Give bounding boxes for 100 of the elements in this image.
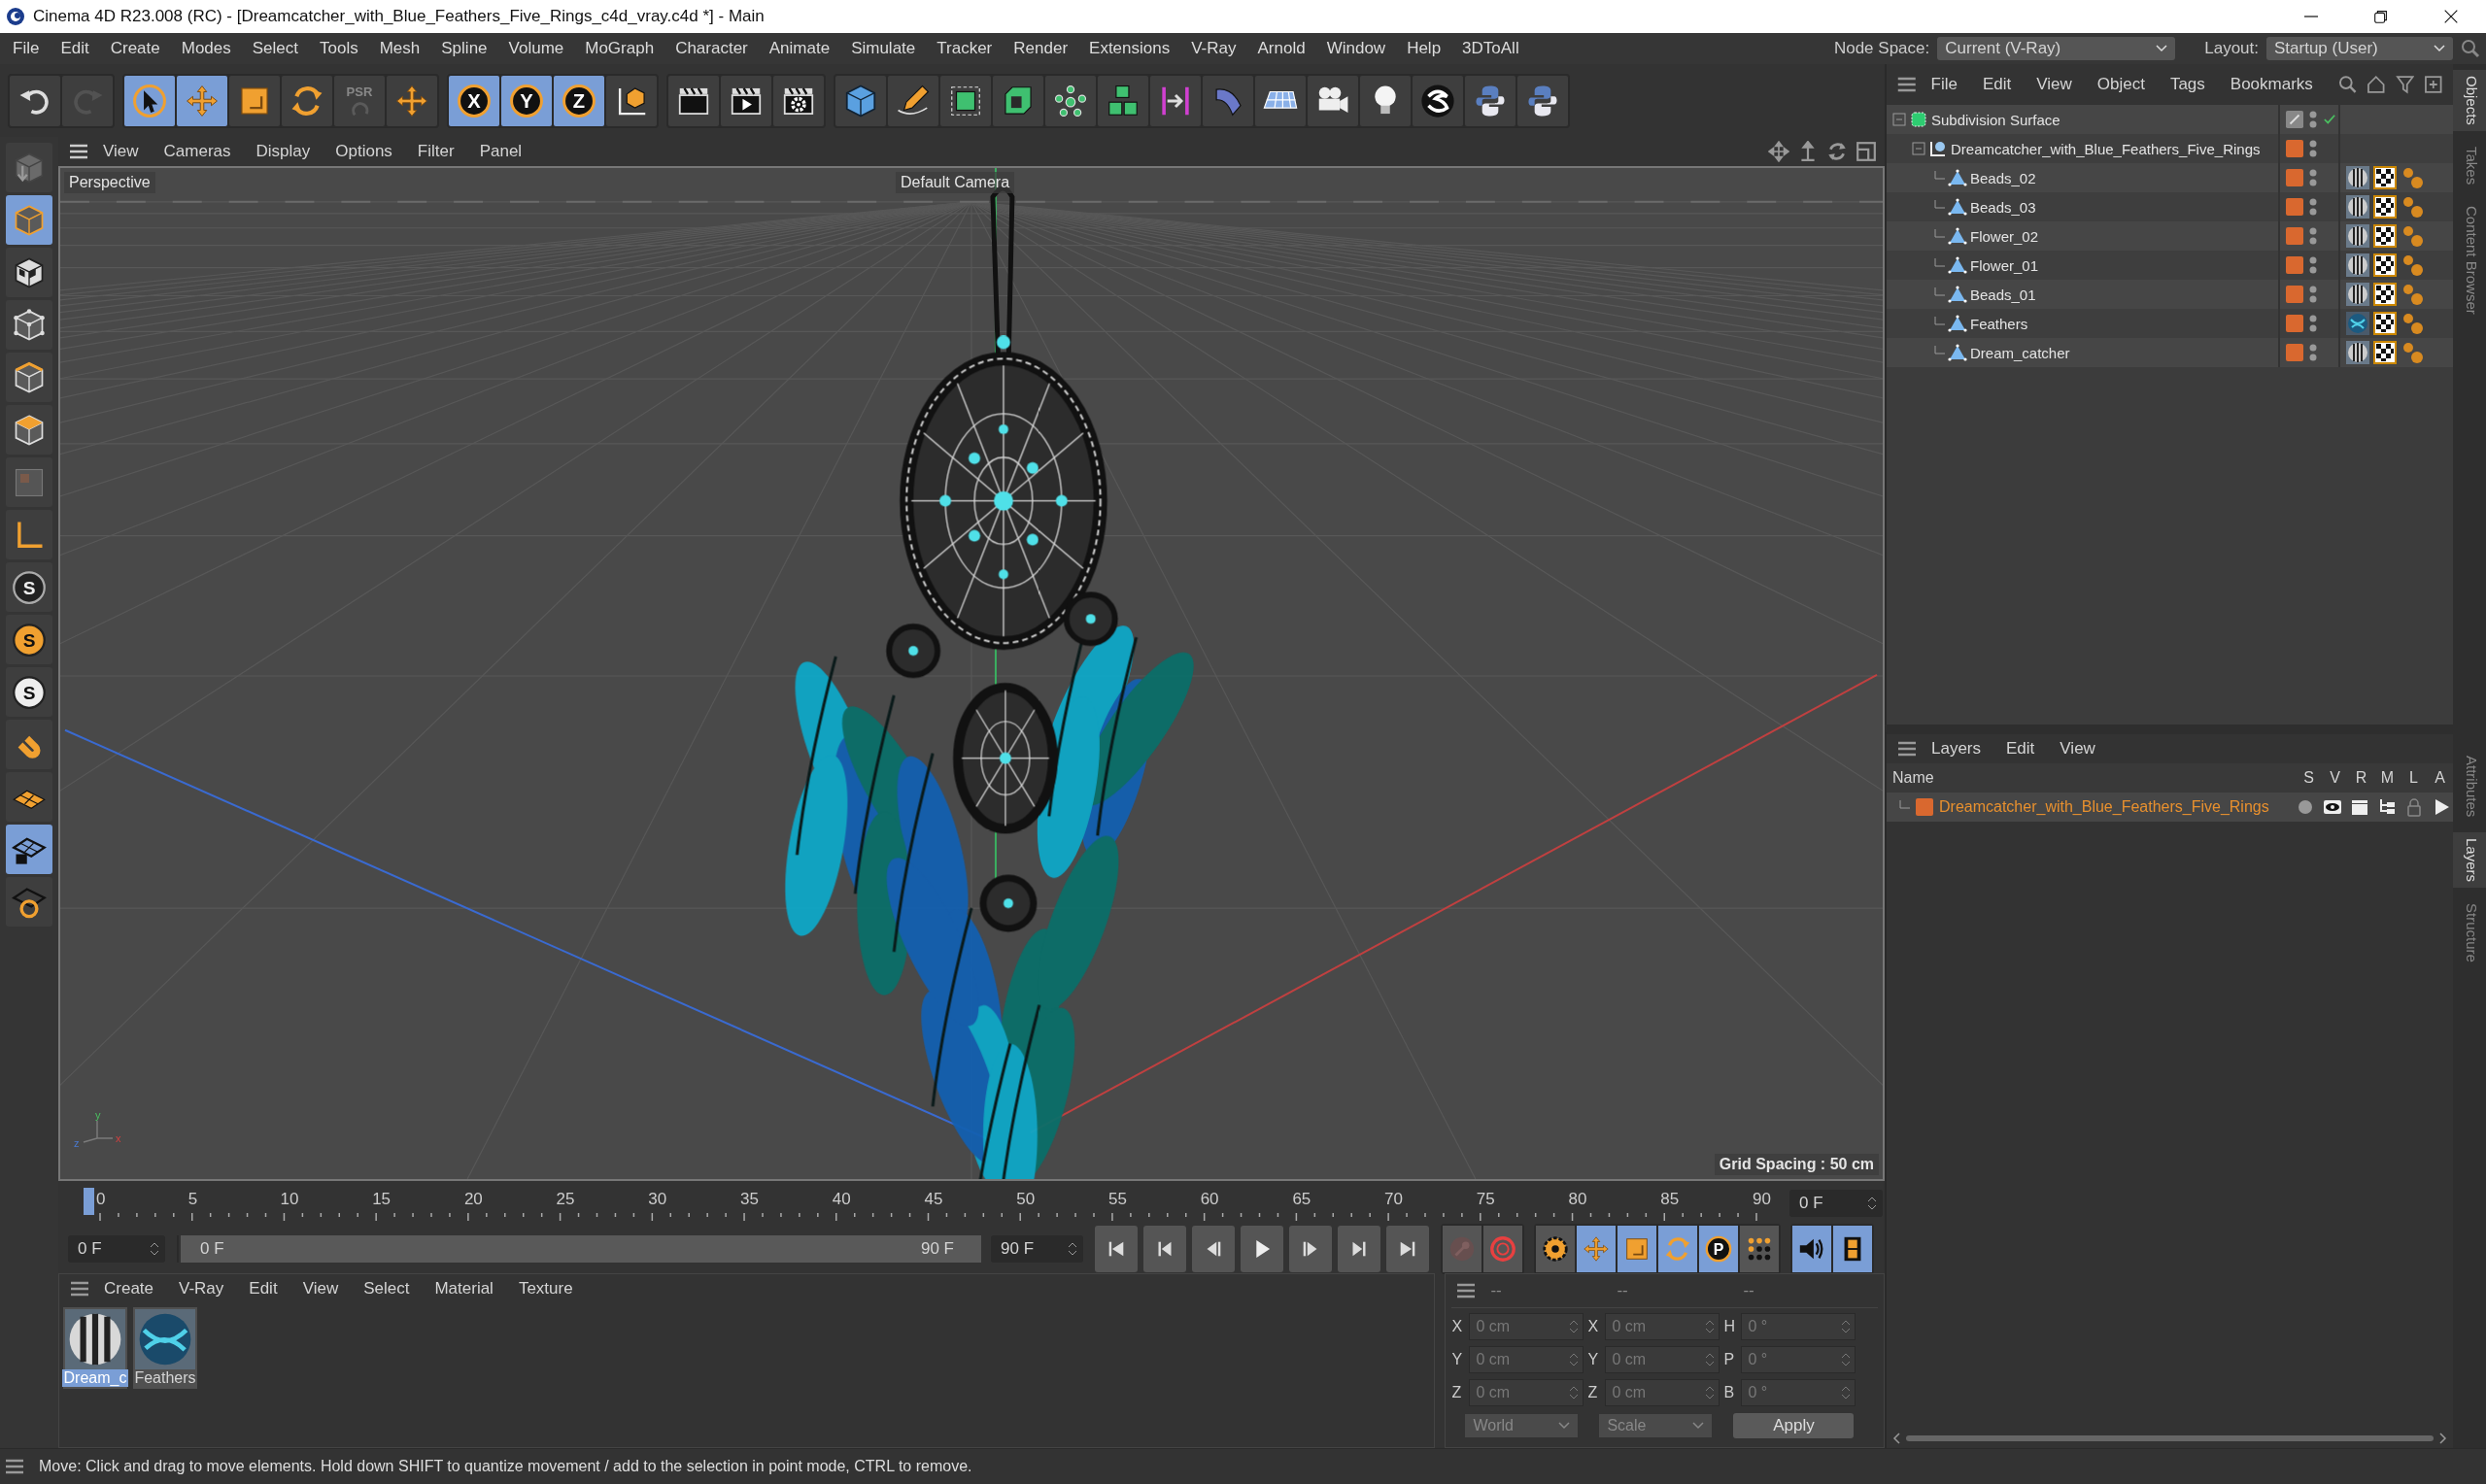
python-tool-button[interactable] bbox=[1465, 75, 1515, 126]
material-menu-item[interactable]: Material bbox=[434, 1279, 494, 1298]
apply-button[interactable]: Apply bbox=[1733, 1413, 1855, 1438]
workplane-lock-mode-button[interactable] bbox=[6, 825, 52, 874]
checker-icon[interactable] bbox=[2373, 166, 2397, 189]
layer-swatch[interactable] bbox=[2286, 227, 2303, 245]
object-name[interactable]: Dreamcatcher_with_Blue_Feathers_Five_Rings bbox=[1951, 140, 2261, 157]
object-name[interactable]: Flower_01 bbox=[1970, 256, 2039, 274]
layer-swatch[interactable] bbox=[2286, 256, 2303, 274]
next-key-button[interactable] bbox=[1338, 1226, 1380, 1272]
pan-arrows-icon[interactable] bbox=[1768, 141, 1789, 162]
sound-key-button[interactable] bbox=[1792, 1226, 1831, 1272]
magnet-mode-button[interactable] bbox=[6, 720, 52, 769]
menu-item[interactable]: Tracker bbox=[926, 39, 1004, 58]
object-name[interactable]: Feathers bbox=[1970, 315, 2028, 332]
eye-icon[interactable] bbox=[2323, 797, 2342, 817]
balls-icon[interactable] bbox=[2401, 283, 2424, 306]
coord-tool-button[interactable] bbox=[606, 75, 657, 126]
object-menu-item[interactable]: Bookmarks bbox=[2230, 75, 2313, 94]
start-frame-field[interactable]: 0 F bbox=[68, 1235, 165, 1263]
first-button[interactable] bbox=[1095, 1226, 1138, 1272]
planar-mode-button[interactable] bbox=[6, 877, 52, 927]
object-name[interactable]: Beads_01 bbox=[1970, 286, 2036, 303]
dots-key-button[interactable] bbox=[1740, 1226, 1779, 1272]
material-sphere-icon[interactable] bbox=[2346, 166, 2369, 189]
menu-item[interactable]: Animate bbox=[758, 39, 841, 58]
extrude-tool-button[interactable] bbox=[993, 75, 1043, 126]
maximize-icon[interactable] bbox=[1856, 141, 1877, 162]
material-sphere-icon[interactable] bbox=[2346, 283, 2369, 306]
menu-item[interactable]: File bbox=[2, 39, 51, 58]
object-menu-item[interactable]: Edit bbox=[1982, 75, 2012, 94]
checker-icon[interactable] bbox=[2373, 224, 2397, 248]
end-frame-field[interactable]: 90 F bbox=[991, 1235, 1083, 1263]
menu-item[interactable]: Select bbox=[241, 39, 309, 58]
menu-item[interactable]: 3DToAll bbox=[1451, 39, 1530, 58]
scroll-left-icon[interactable] bbox=[1892, 1433, 1900, 1444]
axis-tool-button[interactable]: X bbox=[449, 75, 499, 126]
menu-icon[interactable] bbox=[1896, 741, 1918, 757]
points-mode-button[interactable] bbox=[6, 300, 52, 350]
prev-key-button[interactable] bbox=[1143, 1226, 1186, 1272]
side-tab[interactable]: Structure bbox=[2453, 897, 2486, 969]
layer-swatch[interactable] bbox=[2286, 198, 2303, 216]
side-tab[interactable]: Takes bbox=[2453, 140, 2486, 191]
layer-menu-item[interactable]: Layers bbox=[1931, 739, 1982, 759]
material-sphere-icon[interactable] bbox=[2346, 341, 2369, 364]
menu-icon[interactable] bbox=[69, 1281, 90, 1297]
hierarchy-icon[interactable] bbox=[2377, 797, 2397, 817]
object-name[interactable]: Subdivision Surface bbox=[1931, 111, 2060, 128]
floor-tool-button[interactable] bbox=[1255, 75, 1306, 126]
polygons-mode-button[interactable] bbox=[6, 405, 52, 455]
lock-icon[interactable] bbox=[2404, 797, 2424, 817]
checker-icon[interactable] bbox=[2373, 283, 2397, 306]
layer-menu-item[interactable]: Edit bbox=[2006, 739, 2035, 759]
frame-range-slider[interactable]: 0 F 90 F bbox=[175, 1235, 981, 1263]
select-tool-button[interactable] bbox=[124, 75, 175, 126]
render-tool-button[interactable] bbox=[721, 75, 771, 126]
array-tool-button[interactable] bbox=[1098, 75, 1148, 126]
menu-item[interactable]: Volume bbox=[497, 39, 575, 58]
timeline-ruler[interactable]: 0 5 10 15 20 25 30 35 40 45 50 55 60 65 70 75 80 85 90 bbox=[58, 1183, 1788, 1223]
side-tab[interactable]: Content Browser bbox=[2453, 200, 2486, 320]
axis-mode-mode-button[interactable] bbox=[6, 510, 52, 559]
last-button[interactable] bbox=[1386, 1226, 1429, 1272]
balls-icon[interactable] bbox=[2401, 224, 2424, 248]
python-tool-button[interactable] bbox=[1517, 75, 1568, 126]
menu-item[interactable]: Character bbox=[664, 39, 759, 58]
object-menu-item[interactable]: Tags bbox=[2169, 75, 2205, 94]
balls-icon[interactable] bbox=[2401, 312, 2424, 335]
snap-light-mode-button[interactable]: S bbox=[6, 667, 52, 717]
material-sphere-icon[interactable] bbox=[2346, 195, 2369, 219]
add-tool-button[interactable] bbox=[387, 75, 437, 126]
checker-icon[interactable] bbox=[2373, 312, 2397, 335]
material-menu-item[interactable]: Edit bbox=[249, 1279, 278, 1298]
menu-item[interactable]: Edit bbox=[50, 39, 100, 58]
prev-frame-button[interactable] bbox=[1192, 1226, 1235, 1272]
checker-icon[interactable] bbox=[2373, 341, 2397, 364]
pen-tool-button[interactable] bbox=[888, 75, 938, 126]
menu-item[interactable]: Extensions bbox=[1078, 39, 1181, 58]
layer-menu-item[interactable]: View bbox=[2060, 739, 2095, 759]
filter-icon[interactable] bbox=[2395, 75, 2415, 94]
menu-item[interactable]: Simulate bbox=[840, 39, 927, 58]
checker-icon[interactable] bbox=[2373, 253, 2397, 277]
cube-tool-button[interactable] bbox=[835, 75, 886, 126]
move-tool-button[interactable] bbox=[177, 75, 227, 126]
rotate-tool-button[interactable] bbox=[282, 75, 332, 126]
viewport-menu-item[interactable]: Panel bbox=[479, 142, 523, 161]
menu-item[interactable]: Create bbox=[99, 39, 171, 58]
object-name[interactable]: Beads_03 bbox=[1970, 198, 2036, 216]
vray-tool-button[interactable] bbox=[1413, 75, 1463, 126]
edges-mode-button[interactable] bbox=[6, 353, 52, 402]
axis-tool-button[interactable]: Y bbox=[501, 75, 552, 126]
undo-tool-button[interactable] bbox=[10, 75, 60, 126]
menu-icon[interactable] bbox=[1455, 1283, 1478, 1298]
search-icon[interactable] bbox=[2337, 75, 2358, 94]
side-tab[interactable]: Layers bbox=[2453, 832, 2486, 889]
object-menu-item[interactable]: File bbox=[1930, 75, 1958, 94]
layout-dropdown[interactable]: Startup (User) bbox=[2266, 37, 2453, 60]
check-icon[interactable] bbox=[2323, 114, 2336, 125]
object-name[interactable]: Flower_02 bbox=[1970, 227, 2039, 245]
checker-icon[interactable] bbox=[2373, 195, 2397, 219]
menu-item[interactable]: Tools bbox=[309, 39, 369, 58]
